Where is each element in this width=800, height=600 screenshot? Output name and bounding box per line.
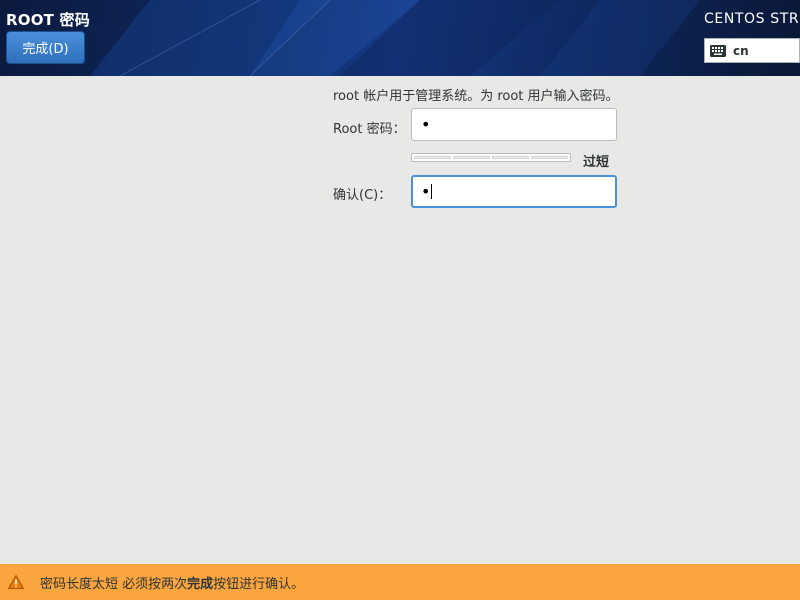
strength-segment — [492, 156, 529, 159]
header-background-graphic — [90, 0, 700, 76]
confirm-password-value: • — [421, 182, 431, 201]
strength-segment — [414, 156, 451, 159]
warning-text-before: 密码长度太短 必须按两次 — [40, 576, 188, 592]
password-strength-meter — [411, 153, 571, 162]
confirm-password-label: 确认(C)： — [333, 188, 392, 203]
page-title: ROOT 密码 — [6, 11, 90, 29]
keyboard-layout-label: cn — [733, 43, 749, 58]
warning-text-bold: 完成 — [187, 576, 214, 592]
text-caret — [431, 184, 433, 199]
root-password-form: root 帐户用于管理系统。为 root 用户输入密码。 Root 密码： • … — [0, 76, 800, 564]
warning-triangle-icon — [8, 575, 24, 589]
form-description: root 帐户用于管理系统。为 root 用户输入密码。 — [333, 89, 619, 104]
keyboard-icon — [710, 44, 726, 57]
keyboard-layout-indicator[interactable]: cn — [704, 38, 800, 63]
root-password-label: Root 密码： — [333, 122, 406, 137]
strength-segment — [531, 156, 568, 159]
done-button[interactable]: 完成(D) — [6, 31, 85, 64]
product-name: CENTOS STREAM — [704, 11, 800, 27]
root-password-input[interactable]: • — [411, 108, 617, 141]
header-bar: ROOT 密码 完成(D) CENTOS STREAM cn — [0, 0, 800, 76]
strength-label: 过短 — [583, 155, 610, 170]
root-password-value: • — [421, 115, 431, 134]
warning-bar: 密码长度太短 必须按两次完成按钮进行确认。 — [0, 564, 800, 600]
warning-message: 密码长度太短 必须按两次完成按钮进行确认。 — [40, 573, 304, 592]
confirm-password-input[interactable]: • — [411, 175, 617, 208]
strength-segment — [453, 156, 490, 159]
warning-text-after: 按钮进行确认。 — [213, 576, 305, 592]
